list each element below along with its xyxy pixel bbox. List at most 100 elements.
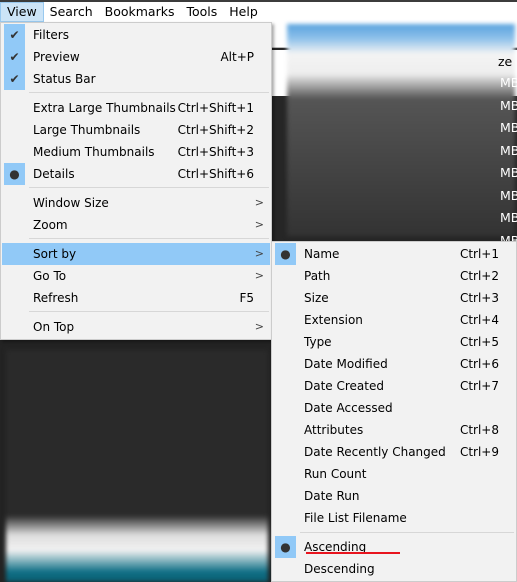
shortcut-label: Ctrl+3	[459, 291, 499, 305]
gutter	[275, 287, 296, 309]
menu-item-label: Sort by	[33, 247, 77, 261]
menu-item-label: File List Filename	[304, 511, 407, 525]
menu-bookmarks[interactable]: Bookmarks	[99, 2, 181, 22]
menu-item-label: Status Bar	[33, 72, 96, 86]
menu-item-label: Date Run	[304, 489, 360, 503]
menu-item-label: Run Count	[304, 467, 367, 481]
size-column-header-fragment: ze	[498, 54, 513, 69]
menu-item-file-list-filename[interactable]: File List Filename	[273, 507, 515, 529]
shortcut-label: Ctrl+7	[459, 379, 499, 393]
view-menu: ✔ Filters ✔ Preview Alt+P ✔ Status Bar Extra La…	[0, 22, 272, 340]
menu-item-window-size[interactable]: Window Size >	[2, 192, 270, 214]
menu-item-preview[interactable]: ✔ Preview Alt+P	[2, 46, 270, 68]
menu-item-label: Window Size	[33, 196, 109, 210]
chevron-right-icon: >	[254, 320, 264, 333]
gutter	[275, 485, 296, 507]
menu-item-label: Refresh	[33, 291, 79, 305]
gutter	[4, 97, 25, 119]
gutter	[275, 397, 296, 419]
menu-item-sort-by[interactable]: Sort by >	[2, 243, 270, 265]
menu-item-label: On Top	[33, 320, 75, 334]
menu-separator	[29, 238, 269, 239]
menu-item-label: Date Modified	[304, 357, 388, 371]
shortcut-label: Ctrl+Shift+6	[177, 167, 254, 181]
menu-bar: View Search Bookmarks Tools Help	[0, 2, 517, 22]
menu-item-extra-large-thumbnails[interactable]: Extra Large Thumbnails Ctrl+Shift+1	[2, 97, 270, 119]
menu-item-label: Descending	[304, 562, 375, 576]
chevron-right-icon: >	[254, 247, 264, 260]
size-value-fragment: MB	[500, 165, 517, 180]
gutter	[4, 265, 25, 287]
menu-item-medium-thumbnails[interactable]: Medium Thumbnails Ctrl+Shift+3	[2, 141, 270, 163]
menu-item-label: Extension	[304, 313, 363, 327]
sort-by-submenu: ● Name Ctrl+1 Path Ctrl+2 Size Ctrl+3 Extension…	[271, 241, 517, 582]
menu-item-label: Path	[304, 269, 331, 283]
menu-item-status-bar[interactable]: ✔ Status Bar	[2, 68, 270, 90]
menu-item-attributes[interactable]: Attributes Ctrl+8	[273, 419, 515, 441]
gutter	[275, 309, 296, 331]
menu-item-go-to[interactable]: Go To >	[2, 265, 270, 287]
red-annotation-underline	[306, 552, 400, 554]
shortcut-label: Alt+P	[220, 50, 254, 64]
size-value-fragment: MB	[500, 187, 517, 203]
gutter	[275, 507, 296, 529]
shortcut-label: Ctrl+9	[459, 445, 499, 459]
shortcut-label: Ctrl+8	[459, 423, 499, 437]
shortcut-label: Ctrl+Shift+3	[177, 145, 254, 159]
menu-item-label: Ascending	[304, 540, 367, 554]
background-app-window: ze MBMBMBMBMBMBMBMBMB	[272, 22, 517, 270]
menu-item-label: Name	[304, 247, 340, 261]
background-list	[0, 340, 270, 582]
shortcut-label: Ctrl+Shift+1	[177, 101, 254, 115]
shortcut-label: Ctrl+Shift+2	[177, 123, 254, 137]
menu-item-refresh[interactable]: Refresh F5	[2, 287, 270, 309]
bullet-icon: ●	[4, 163, 25, 185]
menu-item-label: Attributes	[304, 423, 364, 437]
menu-separator	[29, 92, 269, 93]
menu-help[interactable]: Help	[223, 2, 264, 22]
menu-item-filters[interactable]: ✔ Filters	[2, 24, 270, 46]
menu-search[interactable]: Search	[44, 2, 99, 22]
gutter	[4, 119, 25, 141]
menu-item-path[interactable]: Path Ctrl+2	[273, 265, 515, 287]
shortcut-label: Ctrl+5	[459, 335, 499, 349]
menu-item-large-thumbnails[interactable]: Large Thumbnails Ctrl+Shift+2	[2, 119, 270, 141]
shortcut-label: F5	[239, 291, 254, 305]
size-value-fragment: MB	[500, 75, 517, 90]
menu-item-date-accessed[interactable]: Date Accessed	[273, 397, 515, 419]
gutter	[4, 316, 25, 338]
menu-item-run-count[interactable]: Run Count	[273, 463, 515, 485]
gutter	[4, 192, 25, 214]
menu-item-type[interactable]: Type Ctrl+5	[273, 331, 515, 353]
size-value-fragment: MB	[500, 97, 517, 113]
menu-separator	[29, 311, 269, 312]
menu-item-size[interactable]: Size Ctrl+3	[273, 287, 515, 309]
menu-item-zoom[interactable]: Zoom >	[2, 214, 270, 236]
menu-item-descending[interactable]: Descending	[273, 558, 515, 580]
menu-item-date-recently-changed[interactable]: Date Recently Changed Ctrl+9	[273, 441, 515, 463]
blurred-content	[6, 350, 268, 582]
menu-item-date-created[interactable]: Date Created Ctrl+7	[273, 375, 515, 397]
gutter	[4, 243, 25, 265]
gutter	[275, 353, 296, 375]
menu-item-label: Filters	[33, 28, 69, 42]
menu-item-ascending[interactable]: ● Ascending	[273, 536, 515, 558]
menu-view[interactable]: View	[0, 2, 44, 22]
menu-item-details[interactable]: ● Details Ctrl+Shift+6	[2, 163, 270, 185]
menu-item-label: Date Created	[304, 379, 384, 393]
menu-item-label: Date Recently Changed	[304, 445, 446, 459]
gutter	[4, 214, 25, 236]
menu-item-label: Zoom	[33, 218, 68, 232]
menu-item-extension[interactable]: Extension Ctrl+4	[273, 309, 515, 331]
gutter	[4, 287, 25, 309]
menu-item-label: Large Thumbnails	[33, 123, 141, 137]
menu-item-label: Details	[33, 167, 75, 181]
menu-item-date-run[interactable]: Date Run	[273, 485, 515, 507]
menu-item-date-modified[interactable]: Date Modified Ctrl+6	[273, 353, 515, 375]
menu-item-label: Date Accessed	[304, 401, 393, 415]
gutter	[275, 441, 296, 463]
menu-item-on-top[interactable]: On Top >	[2, 316, 270, 338]
chevron-right-icon: >	[254, 196, 264, 209]
menu-tools[interactable]: Tools	[180, 2, 223, 22]
menu-item-name[interactable]: ● Name Ctrl+1	[273, 243, 515, 265]
